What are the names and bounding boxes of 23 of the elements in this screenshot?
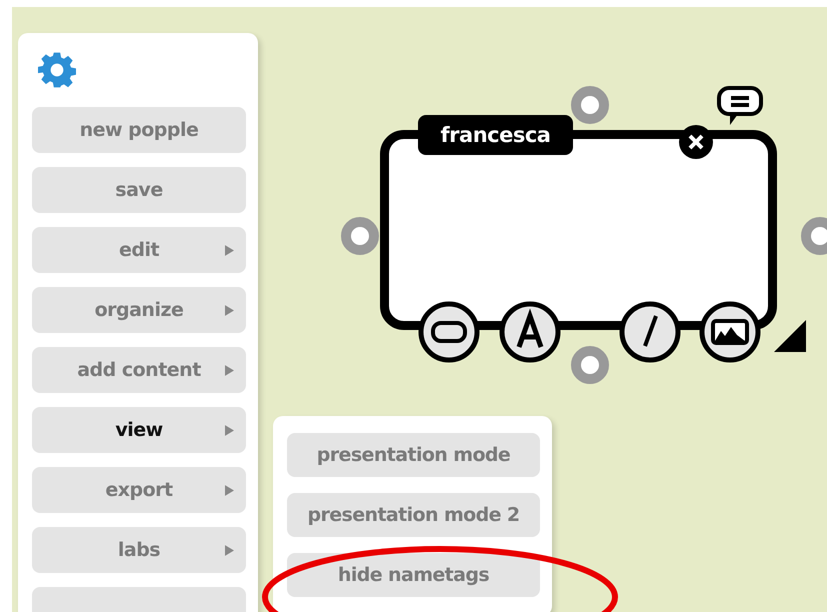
connection-handle[interactable] xyxy=(341,217,379,255)
menu-item[interactable]: new popple xyxy=(32,107,246,153)
menu-item[interactable]: edit xyxy=(32,227,246,273)
menu-item[interactable]: export xyxy=(32,467,246,513)
submenu-item[interactable]: presentation mode xyxy=(287,433,540,477)
menu-item[interactable]: add content xyxy=(32,347,246,393)
menu-item[interactable]: labs xyxy=(32,527,246,573)
menu-item[interactable]: save xyxy=(32,167,246,213)
image-tool-icon[interactable] xyxy=(699,301,761,363)
resize-handle-icon[interactable] xyxy=(774,320,806,352)
submenu-item[interactable]: hide nametags xyxy=(287,553,540,597)
connection-handle[interactable] xyxy=(571,346,609,384)
menu-item[interactable]: organize xyxy=(32,287,246,333)
nametag[interactable]: francesca xyxy=(418,115,573,155)
connection-handle[interactable] xyxy=(571,86,609,124)
menu-item[interactable]: view xyxy=(32,407,246,453)
pencil-tool-icon[interactable] xyxy=(619,301,681,363)
comment-icon[interactable] xyxy=(716,85,764,127)
submenu-item[interactable]: presentation mode 2 xyxy=(287,493,540,537)
text-tool-icon[interactable] xyxy=(499,301,561,363)
close-icon[interactable] xyxy=(678,124,714,160)
shape-tool-icon[interactable] xyxy=(418,301,480,363)
settings-icon[interactable] xyxy=(38,51,76,89)
